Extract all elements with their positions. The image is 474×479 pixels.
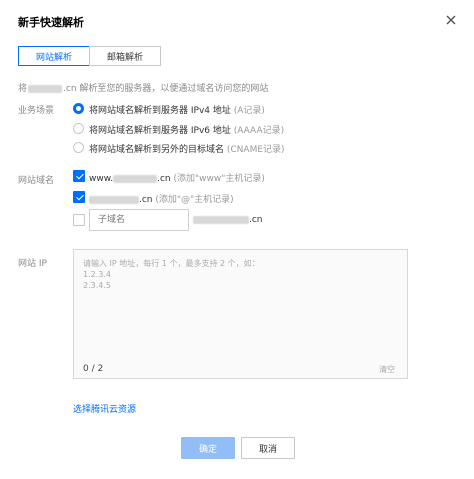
option-cname-text: 将网站域名解析到另外的目标域名 bbox=[89, 145, 225, 155]
radio-ipv6[interactable] bbox=[73, 123, 84, 134]
option-ipv6-text: 将网站域名解析到服务器 IPv6 地址 bbox=[89, 126, 231, 136]
ip-label: 网站 IP bbox=[18, 259, 47, 269]
business-label: 业务场景 bbox=[18, 106, 55, 116]
redacted-domain bbox=[193, 215, 249, 224]
option-ipv4-text: 将网站域名解析到服务器 IPv4 地址 bbox=[89, 106, 231, 116]
subdomain-suffix: .cn bbox=[193, 215, 263, 225]
domain-www-hint: (添加"www"主机记录) bbox=[173, 174, 265, 184]
close-icon[interactable] bbox=[444, 13, 458, 27]
domain-www-prefix: www. bbox=[89, 174, 114, 184]
option-ipv4[interactable]: 将网站域名解析到服务器 IPv4 地址 (A记录) bbox=[89, 103, 265, 116]
dialog-title: 新手快速解析 bbox=[18, 16, 84, 29]
domain-root-hint: (添加"@"主机记录) bbox=[155, 195, 234, 205]
select-tencent-resource-link[interactable]: 选择腾讯云资源 bbox=[73, 402, 136, 415]
domain-www-suffix: .cn bbox=[157, 174, 171, 184]
ip-counter: 0 / 2 bbox=[83, 364, 104, 374]
option-ipv6-hint: (AAAA记录) bbox=[233, 126, 285, 136]
confirm-button[interactable]: 确定 bbox=[181, 437, 235, 459]
radio-ipv4[interactable] bbox=[73, 103, 84, 114]
description: 将 .cn 解析至您的服务器，以便通过域名访问您的网站 bbox=[18, 81, 268, 94]
ip-textarea[interactable]: 请输入 IP 地址，每行 1 个，最多支持 2 个，如： 1.2.3.4 2.3… bbox=[73, 249, 408, 379]
option-ipv4-hint: (A记录) bbox=[233, 106, 265, 116]
subdomain-suffix-text: .cn bbox=[249, 215, 263, 225]
redacted-domain bbox=[28, 84, 63, 93]
checkbox-www[interactable] bbox=[73, 170, 85, 182]
tab-website-resolution[interactable]: 网站解析 bbox=[18, 46, 90, 66]
radio-cname[interactable] bbox=[73, 142, 84, 153]
checkbox-subdomain[interactable] bbox=[73, 214, 85, 226]
tab-mail-resolution[interactable]: 邮箱解析 bbox=[89, 46, 161, 66]
redacted-domain bbox=[113, 174, 158, 183]
domain-label: 网站域名 bbox=[18, 176, 55, 186]
subdomain-input[interactable] bbox=[89, 209, 189, 231]
clear-button[interactable]: 清空 bbox=[379, 364, 395, 375]
redacted-domain bbox=[89, 195, 139, 204]
description-suffix: .cn 解析至您的服务器，以便通过域名访问您的网站 bbox=[63, 84, 269, 94]
option-cname-hint: (CNAME记录) bbox=[226, 145, 285, 155]
option-cname[interactable]: 将网站域名解析到另外的目标域名 (CNAME记录) bbox=[89, 142, 285, 155]
cancel-button[interactable]: 取消 bbox=[241, 437, 295, 459]
option-ipv6[interactable]: 将网站域名解析到服务器 IPv6 地址 (AAAA记录) bbox=[89, 123, 284, 136]
domain-root: .cn (添加"@"主机记录) bbox=[89, 192, 234, 205]
domain-root-suffix: .cn bbox=[139, 195, 153, 205]
domain-www: www. .cn (添加"www"主机记录) bbox=[89, 171, 265, 184]
ip-placeholder: 请输入 IP 地址，每行 1 个，最多支持 2 个，如： 1.2.3.4 2.3… bbox=[83, 259, 260, 290]
description-prefix: 将 bbox=[18, 84, 28, 94]
checkbox-root[interactable] bbox=[73, 191, 85, 203]
